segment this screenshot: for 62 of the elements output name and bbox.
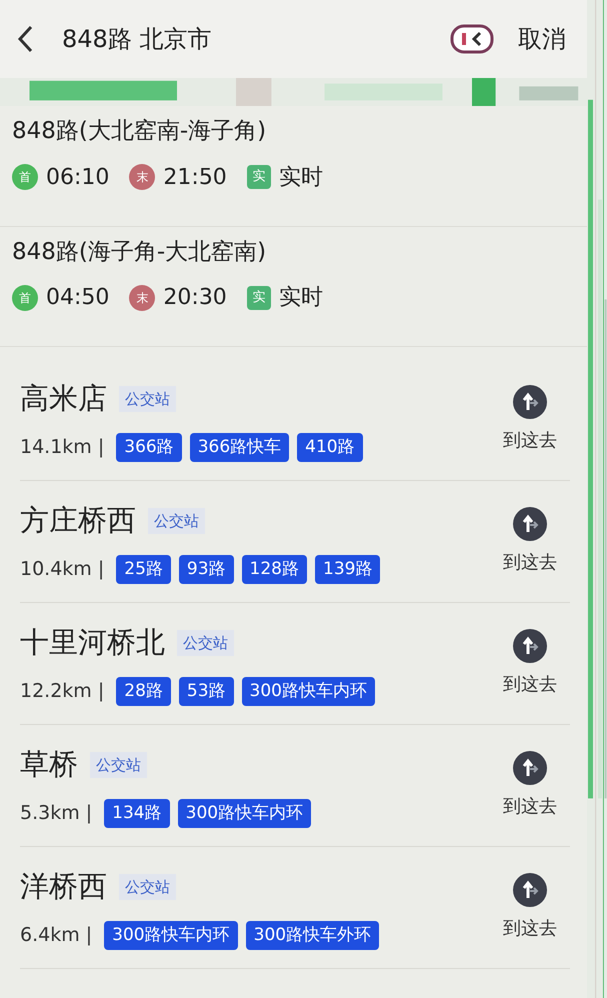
navigate-icon	[513, 629, 547, 663]
go-here-button[interactable]: 到这去	[490, 385, 570, 454]
station-type-tag: 公交站	[148, 508, 205, 534]
go-here-label: 到这去	[503, 673, 557, 697]
bus-line-tag: 366路	[116, 432, 182, 462]
realtime-label: 实时	[278, 284, 323, 312]
cancel-button[interactable]: 取消	[510, 21, 574, 57]
first-bus-time: 06:10	[46, 164, 110, 192]
bus-line-tag: 128路	[242, 554, 307, 584]
navigate-icon	[513, 385, 547, 419]
last-bus-badge: 末	[129, 284, 156, 310]
navigate-icon	[513, 507, 547, 541]
first-bus-badge: 首	[12, 284, 38, 310]
bus-line-tag: 28路	[116, 676, 171, 706]
go-here-label: 到这去	[503, 551, 557, 575]
back-icon	[16, 25, 34, 53]
station-distance: 6.4km |	[20, 923, 92, 948]
route-name[interactable]: 848路(海子角-大北窑南)	[12, 234, 578, 269]
go-here-label: 到这去	[503, 917, 557, 941]
realtime-badge: 实	[246, 165, 271, 189]
go-here-button[interactable]: 到这去	[490, 507, 570, 576]
station-name[interactable]: 十里河桥北	[20, 621, 165, 664]
go-here-label: 到这去	[503, 795, 557, 819]
station-type-tag: 公交站	[90, 752, 147, 778]
bus-line-tag: 93路	[178, 554, 234, 584]
station-type-tag: 公交站	[119, 874, 176, 900]
last-bus-time: 20:30	[163, 284, 227, 312]
station-name[interactable]: 方庄桥西	[20, 499, 136, 542]
bus-line-tag: 300路快车内环	[242, 676, 375, 706]
bus-line-tag: 410路	[297, 432, 363, 462]
bus-line-tag: 300路快车内环	[104, 920, 238, 950]
bus-line-tag: 139路	[315, 554, 380, 584]
go-here-button[interactable]: 到这去	[490, 751, 570, 820]
navigate-icon	[513, 751, 547, 785]
station-distance: 5.3km |	[20, 801, 92, 826]
bus-line-tag: 300路快车外环	[246, 920, 380, 950]
realtime-badge: 实	[246, 286, 271, 310]
first-bus-badge: 首	[12, 164, 38, 190]
route-name[interactable]: 848路(大北窑南-海子角)	[12, 114, 578, 148]
station-distance: 14.1km |	[20, 435, 104, 460]
bus-line-tag: 366路快车	[190, 432, 290, 462]
voice-assistant-icon[interactable]	[450, 24, 494, 54]
search-query: 848路 北京市	[62, 24, 212, 55]
station-name[interactable]: 高米店	[20, 377, 107, 420]
station-name[interactable]: 草桥	[20, 743, 78, 786]
last-bus-badge: 末	[129, 164, 156, 190]
station-distance: 10.4km |	[20, 557, 104, 582]
first-bus-time: 04:50	[46, 284, 110, 312]
bus-line-tag: 300路快车内环	[178, 798, 312, 828]
go-here-label: 到这去	[503, 429, 557, 453]
station-type-tag: 公交站	[119, 386, 176, 412]
bus-line-tag: 134路	[104, 798, 170, 828]
realtime-label: 实时	[278, 164, 323, 192]
station-type-tag: 公交站	[177, 630, 234, 656]
bus-line-tag: 25路	[116, 554, 171, 584]
station-distance: 12.2km |	[20, 679, 104, 704]
bus-line-tag: 53路	[178, 676, 234, 706]
navigate-icon	[513, 873, 547, 907]
go-here-button[interactable]: 到这去	[490, 873, 570, 942]
last-bus-time: 21:50	[163, 164, 227, 192]
go-here-button[interactable]: 到这去	[490, 629, 570, 698]
station-name[interactable]: 洋桥西	[20, 865, 107, 908]
